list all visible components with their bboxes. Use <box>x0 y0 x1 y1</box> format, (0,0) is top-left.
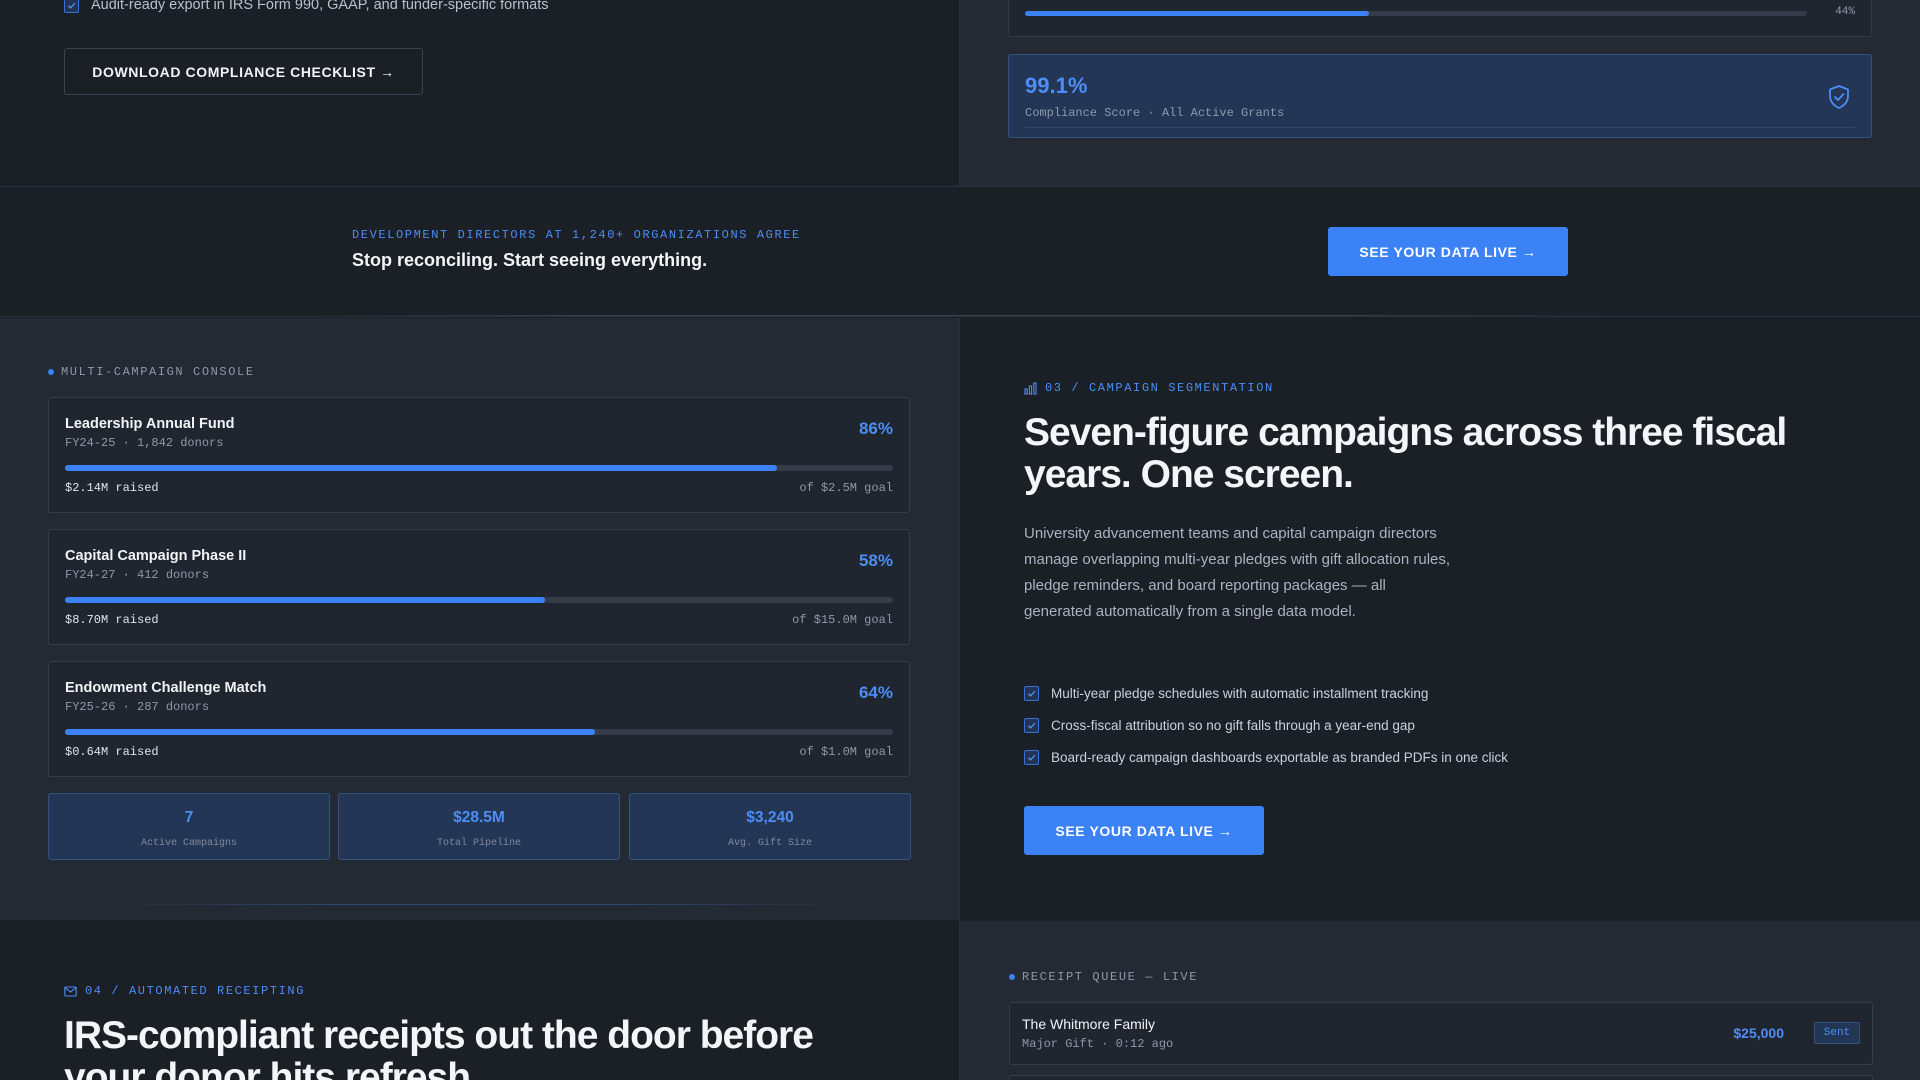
cta-title: Stop reconciling. Start seeing everythin… <box>352 250 708 270</box>
check-item-label: Audit-ready export in IRS Form 990, GAAP… <box>91 0 549 13</box>
progress-percent: 44% <box>1835 6 1855 18</box>
cta-eyebrow: DEVELOPMENT DIRECTORS AT 1,240+ ORGANIZA… <box>352 228 801 242</box>
check-item: Cross-fiscal attribution so no gift fall… <box>1024 716 1508 735</box>
campaign-percent: 58% <box>858 551 893 570</box>
console-label-text: MULTI-CAMPAIGN CONSOLE <box>61 365 255 379</box>
progress-card: 44% <box>1008 0 1872 37</box>
receipting-eyebrow-text: 04 / AUTOMATED RECEIPTING <box>85 984 306 998</box>
donor-name: The Whitmore Family <box>1022 1016 1156 1032</box>
campaign-name: Leadership Annual Fund <box>65 416 235 432</box>
check-item: Board-ready campaign dashboards exportab… <box>1024 748 1508 767</box>
stat-value: $28.5M <box>453 809 505 826</box>
campaign-meta: FY24-25 · 1,842 donors <box>65 436 224 450</box>
campaign-meta: FY24-27 · 412 donors <box>65 568 210 582</box>
mail-icon <box>64 985 77 997</box>
see-data-live-button[interactable]: SEE YOUR DATA LIVE → <box>1328 227 1568 276</box>
bar-chart-icon <box>1024 381 1037 395</box>
receipting-section: 04 / AUTOMATED RECEIPTING IRS-compliant … <box>0 921 1920 1080</box>
segmentation-eyebrow-text: 03 / CAMPAIGN SEGMENTATION <box>1045 381 1274 395</box>
campaign-progress-fill <box>65 465 778 471</box>
band-divider <box>320 315 1600 316</box>
campaign-card[interactable]: Leadership Annual Fund FY24-25 · 1,842 d… <box>48 397 910 513</box>
campaign-progress-fill <box>65 729 595 735</box>
campaign-goal: of $15.0M goal <box>792 613 893 627</box>
campaign-progress-fill <box>65 597 546 603</box>
donor-meta: Major Gift · 0:12 ago <box>1022 1037 1174 1051</box>
check-item-label: Cross-fiscal attribution so no gift fall… <box>1051 718 1415 733</box>
see-data-live-button[interactable]: SEE YOUR DATA LIVE → <box>1024 806 1264 855</box>
shield-check-icon <box>1829 85 1849 109</box>
progress-fill <box>1025 11 1370 16</box>
check-item-label: Multi-year pledge schedules with automat… <box>1051 686 1429 701</box>
compliance-score-value: 99.1% <box>1025 73 1088 98</box>
segmentation-title: Seven-figure campaigns across three fisc… <box>1024 411 1787 496</box>
checkbox-icon <box>1024 718 1039 733</box>
score-divider <box>1025 127 1855 128</box>
campaign-section: MULTI-CAMPAIGN CONSOLE Leadership Annual… <box>0 318 1920 920</box>
stat-value: $3,240 <box>746 809 794 826</box>
stat-active-campaigns: 7 Active Campaigns <box>48 793 330 860</box>
segmentation-eyebrow: 03 / CAMPAIGN SEGMENTATION <box>1024 381 1274 395</box>
receipt-queue-label: RECEIPT QUEUE — LIVE <box>1009 970 1198 984</box>
receipt-queue-row[interactable] <box>1009 1075 1873 1080</box>
campaign-card[interactable]: Endowment Challenge Match FY25-26 · 287 … <box>48 661 910 777</box>
console-panel: MULTI-CAMPAIGN CONSOLE Leadership Annual… <box>0 318 959 920</box>
download-compliance-checklist-button[interactable]: DOWNLOAD COMPLIANCE CHECKLIST → <box>64 48 423 95</box>
campaign-progress-track <box>65 597 893 603</box>
cta-band: DEVELOPMENT DIRECTORS AT 1,240+ ORGANIZA… <box>0 187 1920 317</box>
campaign-name: Capital Campaign Phase II <box>65 548 247 564</box>
checkbox-icon <box>64 0 79 13</box>
gift-amount: $25,000 <box>1733 1025 1784 1041</box>
check-item: Audit-ready export in IRS Form 990, GAAP… <box>64 0 549 13</box>
campaign-card[interactable]: Capital Campaign Phase II FY24-27 · 412 … <box>48 529 910 645</box>
campaign-raised: $0.64M raised <box>65 745 159 759</box>
stat-label: Avg. Gift Size <box>727 838 812 849</box>
receipting-panel: 04 / AUTOMATED RECEIPTING IRS-compliant … <box>0 921 959 1080</box>
stat-label: Active Campaigns <box>140 838 237 849</box>
campaign-raised: $2.14M raised <box>65 481 159 495</box>
receipting-title: IRS-compliant receipts out the door befo… <box>64 1014 814 1080</box>
compliance-left-panel: Audit-ready export in IRS Form 990, GAAP… <box>0 0 959 186</box>
receipting-eyebrow: 04 / AUTOMATED RECEIPTING <box>64 984 305 998</box>
console-divider <box>100 904 860 905</box>
campaign-percent: 86% <box>858 419 893 438</box>
campaign-progress-track <box>65 729 893 735</box>
stat-value: 7 <box>184 809 194 826</box>
stat-total-pipeline: $28.5M Total Pipeline <box>338 793 620 860</box>
console-label: MULTI-CAMPAIGN CONSOLE <box>48 365 255 379</box>
campaign-progress-track <box>65 465 893 471</box>
campaign-goal: of $2.5M goal <box>799 481 893 495</box>
campaign-goal: of $1.0M goal <box>799 745 893 759</box>
receipt-queue-label-text: RECEIPT QUEUE — LIVE <box>1022 970 1199 984</box>
check-item-label: Board-ready campaign dashboards exportab… <box>1051 750 1509 765</box>
compliance-section: Audit-ready export in IRS Form 990, GAAP… <box>0 0 1920 187</box>
segmentation-checklist: Multi-year pledge schedules with automat… <box>1024 684 1508 780</box>
receipt-queue-row[interactable]: The Whitmore Family Major Gift · 0:12 ag… <box>1009 1002 1873 1065</box>
progress-track <box>1025 11 1807 16</box>
status-badge: Sent <box>1814 1022 1860 1044</box>
check-item: Multi-year pledge schedules with automat… <box>1024 684 1508 703</box>
stat-label: Total Pipeline <box>436 838 521 849</box>
campaign-percent: 64% <box>858 683 893 702</box>
stat-avg-gift-size: $3,240 Avg. Gift Size <box>629 793 911 860</box>
status-dot-icon <box>48 369 54 375</box>
receipt-queue-panel: RECEIPT QUEUE — LIVE The Whitmore Family… <box>959 921 1920 1080</box>
campaign-raised: $8.70M raised <box>65 613 159 627</box>
campaign-meta: FY25-26 · 287 donors <box>65 700 210 714</box>
campaign-name: Endowment Challenge Match <box>65 680 267 696</box>
compliance-score-card: 99.1% Compliance Score · All Active Gran… <box>1008 54 1872 138</box>
live-dot-icon <box>1009 974 1015 980</box>
checkbox-icon <box>1024 750 1039 765</box>
compliance-score-label: Compliance Score · All Active Grants <box>1025 106 1285 120</box>
segmentation-body: University advancement teams and capital… <box>1024 525 1451 620</box>
checkbox-icon <box>1024 686 1039 701</box>
